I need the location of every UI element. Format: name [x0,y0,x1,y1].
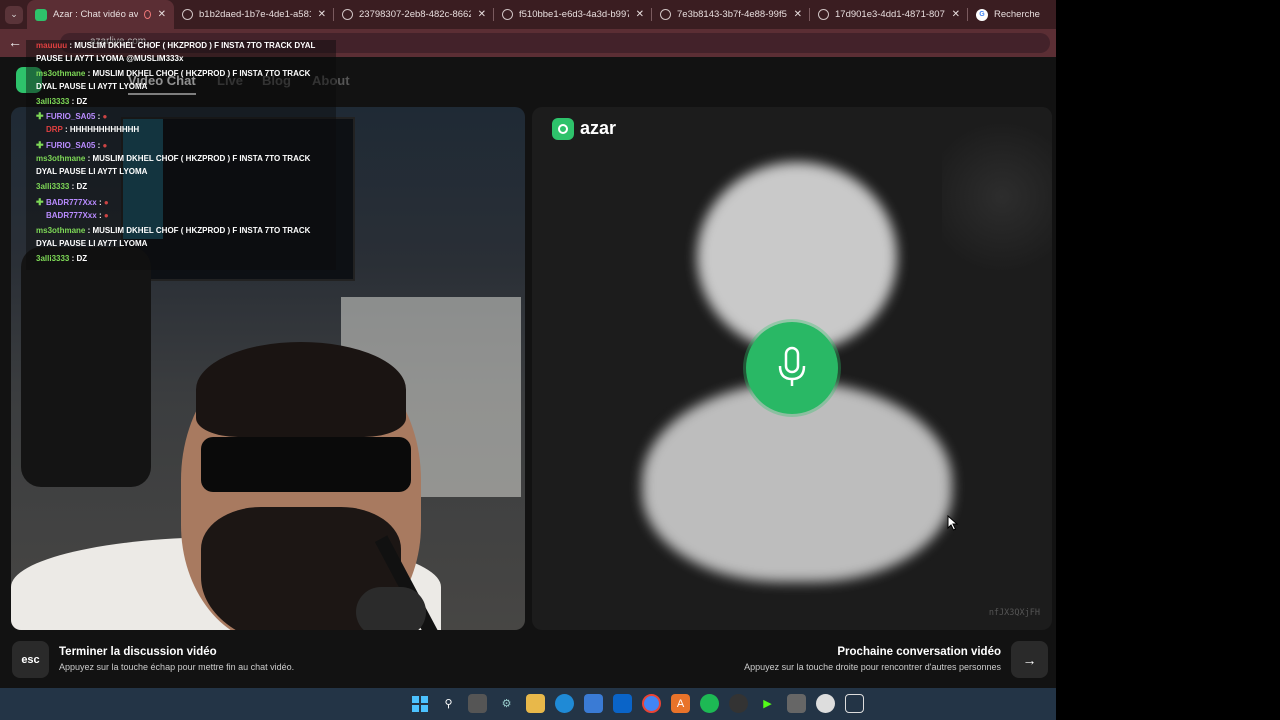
plus-badge-icon: ✚ [36,197,44,207]
windows-taskbar: ⚲ ⚙ A ▶ [0,688,1056,720]
emote-icon: ● [102,141,108,150]
session-code: nfJX3QXjFH [988,608,1040,618]
close-tab-icon[interactable]: ✕ [478,9,486,20]
microphone-button[interactable] [746,322,838,414]
person-hair [196,342,406,437]
chat-message: 3alli3333 : DZ [36,182,88,191]
settings-icon[interactable]: ⚙ [497,694,516,713]
next-chat-button[interactable]: → [1011,641,1048,678]
panel-glow [942,107,1052,287]
stream-icon[interactable]: ▶ [758,694,777,713]
chat-message: ✚ BADR777Xxx : ● [36,197,109,207]
store-icon[interactable] [584,694,603,713]
tab-4[interactable]: f510bbe1-e6d3-4a3d-b997-5c ✕ [494,0,652,29]
chat-message: ms3othmane : MUSLIM DKHEL CHOF ( HKZPROD… [36,154,311,176]
remote-video-panel: azar nfJX3QXjFH [532,107,1052,630]
chat-message: ms3othmane : MUSLIM DKHEL CHOF ( HKZPROD… [36,69,311,91]
next-chat-subtitle: Appuyez sur la touche droite pour rencon… [744,662,1001,672]
system-icon[interactable] [845,694,864,713]
tab-google[interactable]: G Recherche Goog [968,0,1048,29]
tab-2[interactable]: b1b2daed-1b7e-4de1-a581-1a ✕ [174,0,334,29]
stream-chat-overlay: mauuuu : MUSLIM DKHEL CHOF ( HKZPROD ) F… [26,40,336,270]
azar-brand-icon [552,118,574,140]
close-tab-icon[interactable]: ✕ [158,9,166,20]
chat-message: BADR777Xxx : ● [46,211,109,220]
screen: ⌄ Azar : Chat vidéo avec de n ✕ b1b2daed… [0,0,1056,720]
globe-icon [342,9,353,20]
mouse-cursor-icon [947,515,959,531]
chat-message: ✚ FURIO_SA05 : ● [36,111,108,121]
close-tab-icon[interactable]: ✕ [636,9,644,20]
globe-icon [818,9,829,20]
emote-icon: ● [103,198,109,207]
chat-message: ✚ FURIO_SA05 : ● [36,140,108,150]
black-side-area [1056,0,1280,720]
brand-wordmark: azar [580,118,617,138]
sunglasses [201,437,411,492]
spotify-icon[interactable] [700,694,719,713]
outlook-icon[interactable] [613,694,632,713]
obs-icon[interactable] [729,694,748,713]
chat-message: 3alli3333 : DZ [36,97,88,106]
controls-bar: esc Terminer la discussion vidéo Appuyez… [0,630,1056,688]
tab-5[interactable]: 7e3b8143-3b7f-4e88-99f5-626 ✕ [652,0,810,29]
globe-icon [182,9,193,20]
tab-title: b1b2daed-1b7e-4de1-a581-1a [199,9,311,20]
emote-icon: ● [102,112,108,121]
explorer-icon[interactable] [526,694,545,713]
next-chat-title: Prochaine conversation vidéo [837,646,1001,658]
back-arrow-icon[interactable]: ← [8,34,22,50]
microphone-icon [778,346,806,386]
tab-title: Recherche Goog [994,9,1040,20]
chat-message: ms3othmane : MUSLIM DKHEL CHOF ( HKZPROD… [36,226,311,248]
end-chat-subtitle: Appuyez sur la touche échap pour mettre … [59,662,295,672]
chrome-icon[interactable] [642,694,661,713]
recording-icon [143,10,151,19]
plus-badge-icon: ✚ [36,140,44,150]
edge-icon[interactable] [555,694,574,713]
tab-title: 23798307-2eb8-482c-8662-93 [359,9,471,20]
windows-icon[interactable] [410,694,429,713]
chat-message: DRP : HHHHHHHHHHHH [46,125,140,134]
plus-badge-icon: ✚ [36,111,44,121]
tab-6[interactable]: 17d901e3-4dd1-4871-8079-bf ✕ [810,0,968,29]
globe-icon [502,9,513,20]
microphone [356,587,426,630]
background-chair [21,247,151,487]
taskview-icon[interactable] [468,694,487,713]
end-chat-title: Terminer la discussion vidéo [59,646,217,658]
close-tab-icon[interactable]: ✕ [952,9,960,20]
close-tab-icon[interactable]: ✕ [794,9,802,20]
tab-title: f510bbe1-e6d3-4a3d-b997-5c [519,9,629,20]
chat-message: 3alli3333 : DZ [36,254,88,263]
close-tab-icon[interactable]: ✕ [318,9,326,20]
chat-message: mauuuu : MUSLIM DKHEL CHOF ( HKZPROD ) F… [36,41,316,63]
search-icon[interactable]: ⚲ [439,694,458,713]
google-icon: G [976,8,988,21]
clock-icon[interactable] [816,694,835,713]
tab-azar[interactable]: Azar : Chat vidéo avec de n ✕ [27,0,174,29]
tab-title: 7e3b8143-3b7f-4e88-99f5-626 [677,9,787,20]
app-a-icon[interactable]: A [671,694,690,713]
tab-title: Azar : Chat vidéo avec de n [53,9,138,20]
end-chat-button[interactable]: esc [12,641,49,678]
azar-favicon-icon [35,8,47,21]
emote-icon: ● [103,211,109,220]
tab-3[interactable]: 23798307-2eb8-482c-8662-93 ✕ [334,0,494,29]
calculator-icon[interactable] [787,694,806,713]
tab-search-menu-icon[interactable]: ⌄ [5,5,23,24]
browser-tab-bar: ⌄ Azar : Chat vidéo avec de n ✕ b1b2daed… [0,0,1056,29]
globe-icon [660,9,671,20]
tab-title: 17d901e3-4dd1-4871-8079-bf [835,9,945,20]
